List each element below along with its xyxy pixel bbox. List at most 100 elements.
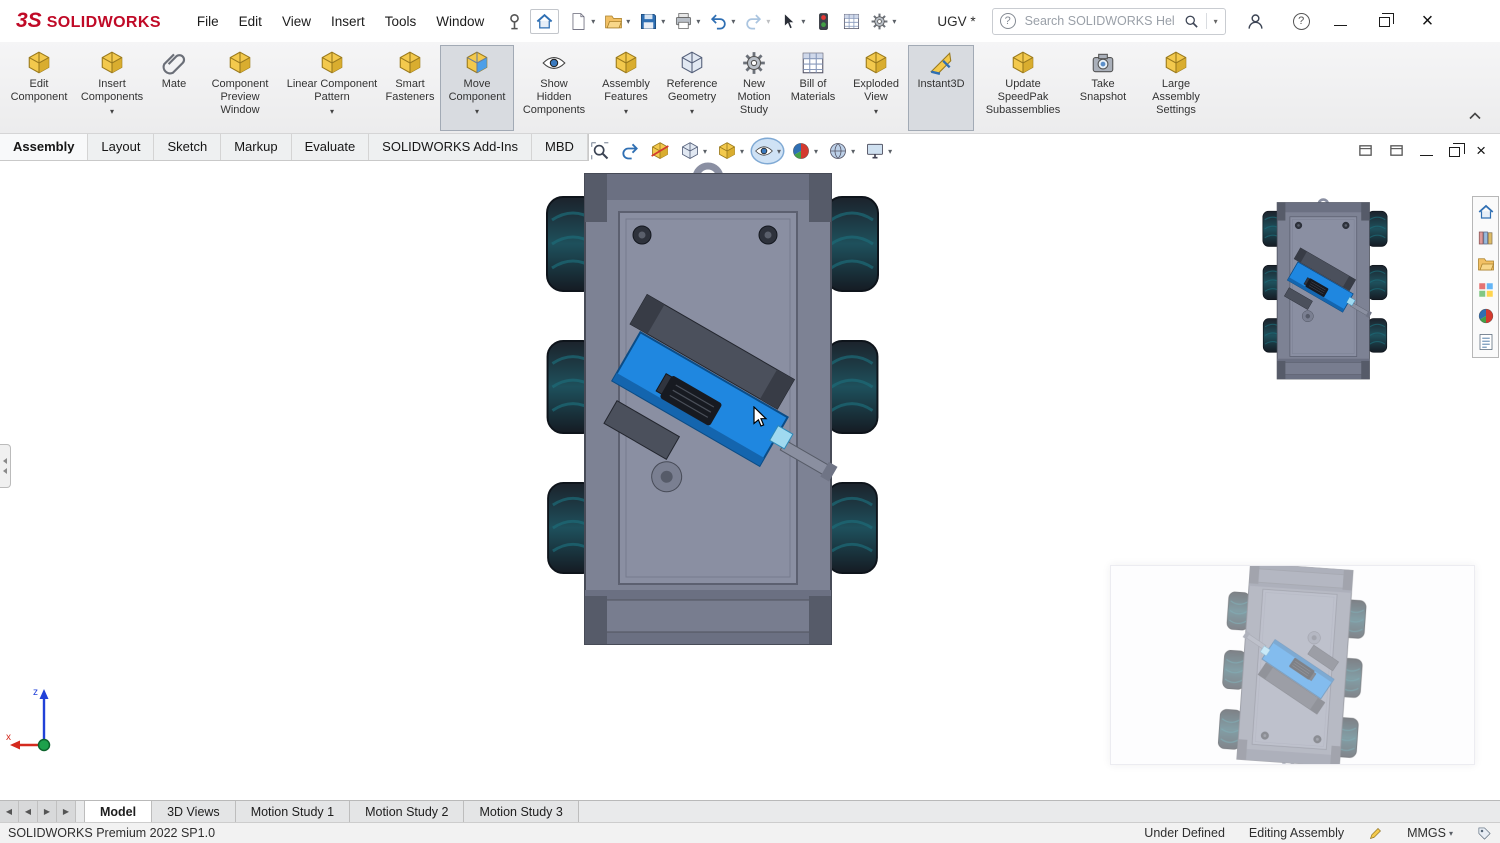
search-icon[interactable] [1184, 14, 1199, 29]
ribbon-button-component-preview-window[interactable]: Component Preview Window [196, 45, 284, 131]
previous-view-icon[interactable] [618, 139, 642, 163]
print-icon[interactable] [671, 10, 703, 33]
help-search-input[interactable] [1022, 13, 1177, 29]
viewport-minimize-icon[interactable] [1420, 146, 1434, 156]
pin-icon[interactable] [502, 10, 527, 33]
ribbon-button-update-speedpak-subassemblies[interactable]: Update SpeedPak Subassemblies [974, 45, 1072, 131]
undo-icon[interactable] [706, 10, 738, 33]
tab-motion-study-3[interactable]: Motion Study 3 [464, 801, 579, 822]
new-document-icon[interactable] [566, 10, 598, 33]
reference-triad: z x [6, 683, 66, 757]
custom-properties-icon[interactable] [1477, 333, 1495, 351]
ugv-assembly-model[interactable] [545, 162, 880, 652]
user-profile-icon[interactable] [1246, 12, 1265, 31]
next-tab-button[interactable]: ▶ [38, 801, 57, 822]
zoom-to-area-icon[interactable] [588, 139, 612, 163]
view-settings-icon[interactable] [863, 139, 894, 163]
units-selector[interactable]: MMGS [1407, 826, 1453, 840]
document-title: UGV * [937, 13, 976, 29]
hide-show-items-icon[interactable] [752, 139, 784, 163]
view-palette-icon[interactable] [1477, 281, 1495, 299]
tab-layout[interactable]: Layout [88, 134, 155, 160]
search-divider [1205, 13, 1207, 29]
ribbon-button-take-snapshot[interactable]: Take Snapshot [1072, 45, 1134, 131]
solidworks-logo: 3S SOLIDWORKS [0, 9, 161, 33]
quick-access-toolbar [502, 8, 899, 34]
assembly-preview-mini [1262, 198, 1388, 382]
ribbon-button-insert-components[interactable]: Insert Components [72, 45, 152, 131]
ribbon-button-show-hidden-components[interactable]: Show Hidden Components [514, 45, 594, 131]
task-pane [1472, 196, 1499, 358]
ribbon-button-reference-geometry[interactable]: Reference Geometry [658, 45, 726, 131]
save-icon[interactable] [636, 10, 668, 33]
ribbon-button-assembly-features[interactable]: Assembly Features [594, 45, 658, 131]
menu-tools[interactable]: Tools [375, 10, 427, 33]
graphics-area[interactable]: × z x [0, 134, 1500, 800]
display-style-icon[interactable] [715, 139, 746, 163]
ribbon-button-new-motion-study[interactable]: New Motion Study [726, 45, 782, 131]
tag-icon[interactable] [1477, 826, 1492, 841]
tab-sketch[interactable]: Sketch [154, 134, 222, 160]
close-icon[interactable]: × [1422, 11, 1434, 31]
solidworks-resources-icon[interactable] [1477, 203, 1495, 221]
triad-z-label: z [33, 687, 38, 698]
help-search[interactable]: ? ▾ [991, 7, 1226, 35]
restore-icon[interactable] [1378, 13, 1395, 27]
viewport-pane-right-icon[interactable] [1389, 143, 1404, 158]
options-icon[interactable] [867, 10, 899, 33]
document-tab-bar: ◀ ◀ ▶ ▶ Model 3D Views Motion Study 1 Mo… [0, 800, 1500, 822]
section-view-icon[interactable] [648, 139, 672, 163]
ribbon-button-large-assembly-settings[interactable]: Large Assembly Settings [1134, 45, 1218, 131]
tab-evaluate[interactable]: Evaluate [292, 134, 370, 160]
tab-markup[interactable]: Markup [221, 134, 292, 160]
file-explorer-icon[interactable] [1477, 255, 1495, 273]
tab-motion-study-1[interactable]: Motion Study 1 [235, 801, 351, 822]
ribbon-button-linear-component-pattern[interactable]: Linear Component Pattern [284, 45, 380, 131]
tab-3d-views[interactable]: 3D Views [152, 801, 236, 822]
bill-of-materials-icon [800, 48, 826, 78]
viewport-pane-left-icon[interactable] [1358, 143, 1373, 158]
design-library-icon[interactable] [1477, 229, 1495, 247]
ribbon-button-mate[interactable]: Mate [152, 45, 196, 131]
ribbon-button-instant3d[interactable]: Instant3D [908, 45, 974, 131]
exploded-view-icon [863, 48, 889, 78]
ribbon-button-move-component[interactable]: Move Component [440, 45, 514, 131]
viewport-restore-icon[interactable] [1449, 142, 1465, 157]
menu-file[interactable]: File [187, 10, 229, 33]
menu-window[interactable]: Window [426, 10, 494, 33]
ribbon-button-bill-of-materials[interactable]: Bill of Materials [782, 45, 844, 131]
last-tab-button[interactable]: ▶ [57, 801, 76, 822]
view-orientation-icon[interactable] [678, 139, 709, 163]
search-dropdown-icon[interactable]: ▾ [1214, 17, 1218, 26]
apply-scene-icon[interactable] [826, 139, 857, 163]
component-preview-window-pane[interactable] [1110, 565, 1475, 765]
ribbon-button-exploded-view[interactable]: Exploded View [844, 45, 908, 131]
logo-mark: 3S [16, 9, 42, 32]
design-table-icon[interactable] [839, 10, 864, 33]
redo-icon[interactable] [741, 10, 773, 33]
menu-view[interactable]: View [272, 10, 321, 33]
first-tab-button[interactable]: ◀ [0, 801, 19, 822]
featuremanager-flyout-tab[interactable] [0, 444, 11, 488]
edit-sketch-icon[interactable] [1368, 826, 1383, 841]
previous-tab-button[interactable]: ◀ [19, 801, 38, 822]
collapse-ribbon-icon[interactable] [1468, 111, 1494, 120]
ribbon-button-edit-component[interactable]: Edit Component [6, 45, 72, 131]
tab-assembly[interactable]: Assembly [0, 134, 89, 160]
home-icon[interactable] [530, 8, 560, 34]
appearances-scenes-icon[interactable] [1477, 307, 1495, 325]
help-icon[interactable]: ? [1292, 12, 1310, 30]
tab-model[interactable]: Model [84, 801, 153, 822]
select-icon[interactable] [776, 10, 808, 33]
interference-check-icon[interactable] [811, 10, 836, 33]
open-icon[interactable] [601, 10, 633, 33]
menu-insert[interactable]: Insert [321, 10, 375, 33]
tab-mbd[interactable]: MBD [532, 134, 588, 160]
tab-solidworks-add-ins[interactable]: SOLIDWORKS Add-Ins [369, 134, 532, 160]
tab-motion-study-2[interactable]: Motion Study 2 [350, 801, 465, 822]
viewport-close-icon[interactable]: × [1476, 142, 1486, 159]
menu-edit[interactable]: Edit [229, 10, 272, 33]
ribbon-button-smart-fasteners[interactable]: Smart Fasteners [380, 45, 440, 131]
edit-appearance-icon[interactable] [789, 139, 820, 163]
minimize-icon[interactable] [1333, 16, 1347, 26]
